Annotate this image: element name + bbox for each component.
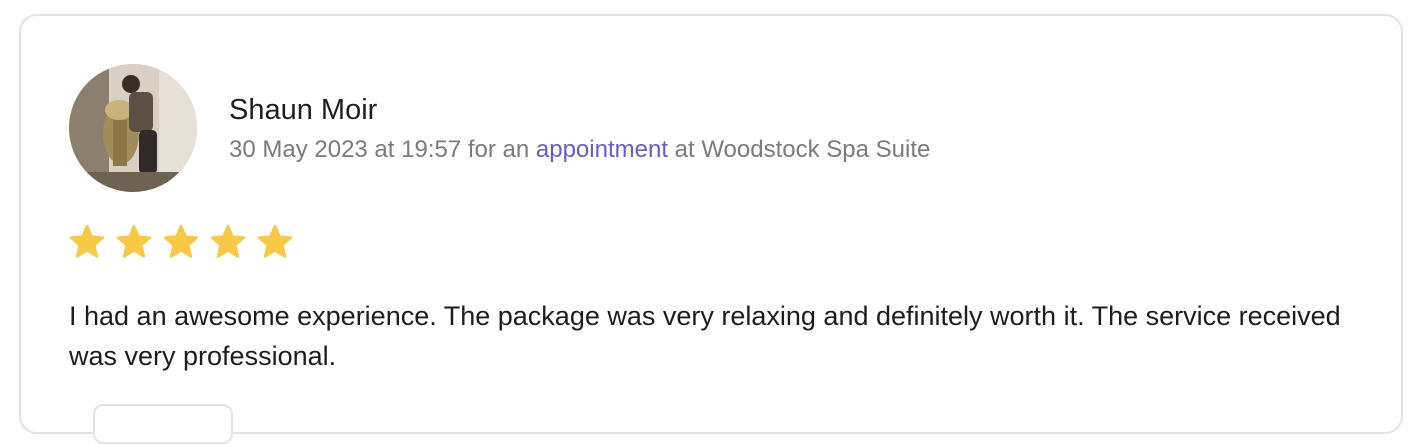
- review-text: I had an awesome experience. The package…: [69, 301, 1341, 371]
- avatar: [69, 64, 197, 192]
- reviewer-name: Shaun Moir: [229, 94, 378, 126]
- review-card: Shaun Moir 30 May 2023 at 19:57 for an a…: [19, 14, 1403, 444]
- rating-stars: [69, 224, 293, 260]
- for-text: for an: [467, 136, 530, 163]
- star-icon: [69, 224, 105, 260]
- location-text: at Woodstock Spa Suite: [674, 136, 931, 163]
- star-icon: [116, 224, 152, 260]
- appointment-link[interactable]: appointment: [536, 136, 668, 163]
- star-icon: [163, 224, 199, 260]
- review-meta: 30 May 2023 at 19:57 for an appointment …: [229, 136, 930, 164]
- review-date: 30 May 2023 at 19:57: [229, 136, 462, 163]
- star-icon: [257, 224, 293, 260]
- review-action-button[interactable]: [93, 404, 233, 444]
- avatar-photo: [69, 64, 197, 192]
- star-icon: [210, 224, 246, 260]
